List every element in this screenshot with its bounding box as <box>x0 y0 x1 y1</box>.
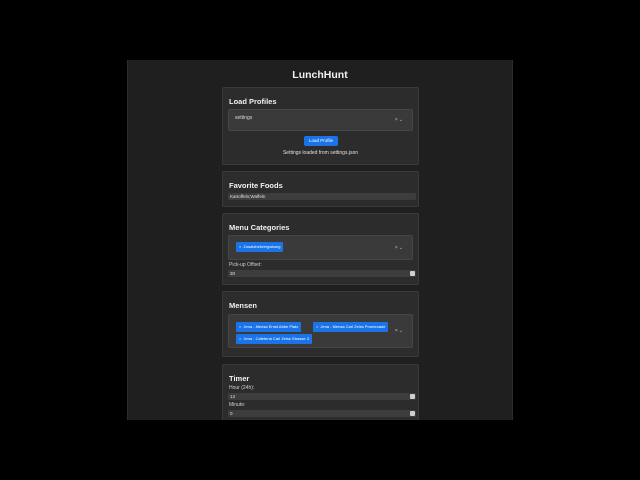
mensen-title: Mensen <box>229 301 257 310</box>
mensa-chip-label: Jena - Mensa Carl Zeiss Promenade <box>320 324 386 329</box>
mensa-chip[interactable]: × Jena - Mensa Carl Zeiss Promenade <box>313 322 389 332</box>
app-window: LunchHunt Load Profiles settings ×⌄ Load… <box>127 60 513 420</box>
minute-value: 0 <box>230 411 233 416</box>
categories-select-controls[interactable]: ×⌄ <box>395 245 404 251</box>
chevron-down-icon[interactable]: ⌄ <box>399 245 404 251</box>
app-title: LunchHunt <box>292 69 348 81</box>
menu-categories-card: Menu Categories × Zusatzbeilvergabung ×⌄ … <box>222 213 419 285</box>
mensa-chip[interactable]: × Jena - Cafeteria Carl Zeiss Strasse 3 <box>236 334 312 344</box>
spinner-icon[interactable] <box>410 271 415 276</box>
minute-label: Minute: <box>229 402 246 408</box>
menu-categories-title: Menu Categories <box>229 223 290 232</box>
timer-card: Timer Hour (24h): 13 Minute: 0 <box>222 364 419 420</box>
mensen-select[interactable]: × Jena - Mensa Ernst Abbe Platz × Jena - M… <box>228 314 413 348</box>
favorite-foods-input[interactable]: Kartoffeln;Waffeln <box>228 193 416 200</box>
chevron-down-icon[interactable]: ⌄ <box>399 117 404 123</box>
mensen-select-controls[interactable]: ×⌄ <box>395 328 404 334</box>
pickup-offset-input[interactable]: 30 <box>228 270 416 277</box>
category-chip[interactable]: × Zusatzbeilvergabung <box>236 242 284 252</box>
timer-title: Timer <box>229 374 250 383</box>
profile-select-controls[interactable]: ×⌄ <box>395 117 404 123</box>
spinner-icon[interactable] <box>410 394 415 399</box>
mensa-chip[interactable]: × Jena - Mensa Ernst Abbe Platz <box>236 322 302 332</box>
hour-input[interactable]: 13 <box>228 393 416 400</box>
mensa-chip-label: Jena - Cafeteria Carl Zeiss Strasse 3 <box>243 336 309 341</box>
chevron-down-icon[interactable]: ⌄ <box>399 328 404 334</box>
menu-categories-select[interactable]: × Zusatzbeilvergabung ×⌄ <box>228 235 413 260</box>
x-icon[interactable]: × <box>239 336 241 341</box>
x-icon[interactable]: × <box>239 244 241 249</box>
category-chip-label: Zusatzbeilvergabung <box>243 244 281 249</box>
profile-select[interactable]: settings ×⌄ <box>228 109 413 131</box>
x-icon[interactable]: × <box>239 324 241 329</box>
mensen-card: Mensen × Jena - Mensa Ernst Abbe Platz × J… <box>222 291 419 357</box>
profile-select-value: settings <box>235 115 253 121</box>
pickup-offset-value: 30 <box>230 271 236 276</box>
spinner-icon[interactable] <box>410 411 415 416</box>
pickup-offset-label: Pick-up Offset: <box>229 262 262 268</box>
load-profile-button[interactable]: Load Profile <box>304 136 338 146</box>
load-profiles-title: Load Profiles <box>229 97 277 106</box>
favorite-foods-title: Favorite Foods <box>229 181 283 190</box>
load-status: Settings loaded from settings.json <box>282 150 359 156</box>
hour-label: Hour (24h): <box>229 385 255 391</box>
hour-value: 13 <box>230 394 236 399</box>
favorite-foods-card: Favorite Foods Kartoffeln;Waffeln <box>222 171 419 207</box>
x-icon[interactable]: × <box>316 324 318 329</box>
load-profiles-card: Load Profiles settings ×⌄ Load Profile S… <box>222 87 419 165</box>
minute-input[interactable]: 0 <box>228 410 416 417</box>
mensa-chip-label: Jena - Mensa Ernst Abbe Platz <box>243 324 299 329</box>
